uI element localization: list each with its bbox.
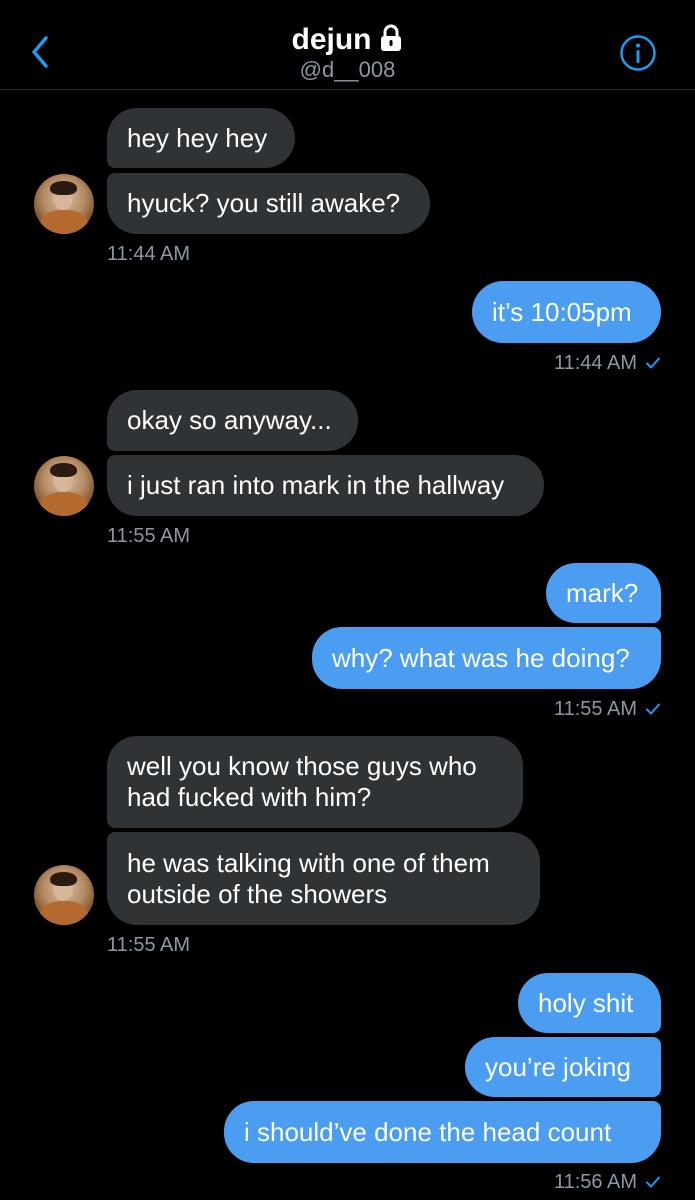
outgoing-message[interactable]: mark? — [546, 563, 661, 623]
message-text: he was talking with one of them outside … — [127, 847, 490, 909]
check-icon — [646, 357, 660, 369]
message-text: okay so anyway... — [127, 405, 332, 435]
check-icon — [646, 1176, 660, 1188]
outgoing-message[interactable]: it’s 10:05pm — [472, 281, 661, 343]
message-timestamp-row: 11:56 AM — [554, 1170, 661, 1194]
message-text: why? what was he doing? — [332, 642, 630, 673]
incoming-message[interactable]: hey hey hey — [107, 108, 295, 168]
message-text: hyuck? you still awake? — [127, 188, 401, 218]
check-icon — [646, 703, 660, 715]
contact-handle: @d__008 — [299, 57, 396, 82]
incoming-message[interactable]: he was talking with one of them outside … — [107, 832, 540, 925]
info-icon[interactable] — [619, 34, 657, 72]
message-text: well you know those guys who had fucked … — [127, 751, 477, 812]
outgoing-message[interactable]: i should’ve done the head count — [224, 1101, 661, 1163]
incoming-message[interactable]: well you know those guys who had fucked … — [107, 736, 523, 828]
incoming-message[interactable]: okay so anyway... — [107, 390, 358, 451]
message-text: mark? — [566, 577, 639, 608]
message-text: hey hey hey — [127, 122, 268, 153]
lock-icon — [380, 24, 401, 51]
outgoing-message[interactable]: holy shit — [518, 973, 661, 1033]
conversation-title-block: dejun @d__008 — [0, 22, 695, 82]
message-timestamp: 11:56 AM — [553, 1171, 637, 1193]
avatar[interactable] — [34, 456, 94, 516]
message-timestamp-row: 11:44 AM — [554, 351, 661, 375]
message-timestamp: 11:55 AM — [107, 934, 191, 956]
message-timestamp: 11:44 AM — [553, 352, 637, 374]
message-timestamp-row: 11:55 AM — [554, 697, 661, 721]
outgoing-message[interactable]: you’re joking — [465, 1037, 661, 1097]
message-timestamp: 11:44 AM — [107, 243, 191, 265]
message-text: holy shit — [538, 987, 634, 1018]
avatar[interactable] — [34, 174, 94, 234]
outgoing-message[interactable]: why? what was he doing? — [312, 627, 661, 689]
avatar[interactable] — [34, 865, 94, 925]
message-text: you’re joking — [485, 1051, 631, 1082]
message-text: it’s 10:05pm — [492, 296, 632, 327]
incoming-message[interactable]: i just ran into mark in the hallway — [107, 455, 544, 516]
message-text: i should’ve done the head count — [244, 1116, 612, 1147]
message-timestamp: 11:55 AM — [107, 525, 191, 547]
contact-name: dejun — [291, 23, 372, 56]
message-text: i just ran into mark in the hallway — [127, 470, 505, 500]
incoming-message[interactable]: hyuck? you still awake? — [107, 173, 430, 234]
conversation-header: dejun @d__008 — [0, 0, 695, 90]
conversation-title[interactable]: dejun — [292, 22, 404, 58]
message-timestamp: 11:55 AM — [553, 698, 637, 720]
